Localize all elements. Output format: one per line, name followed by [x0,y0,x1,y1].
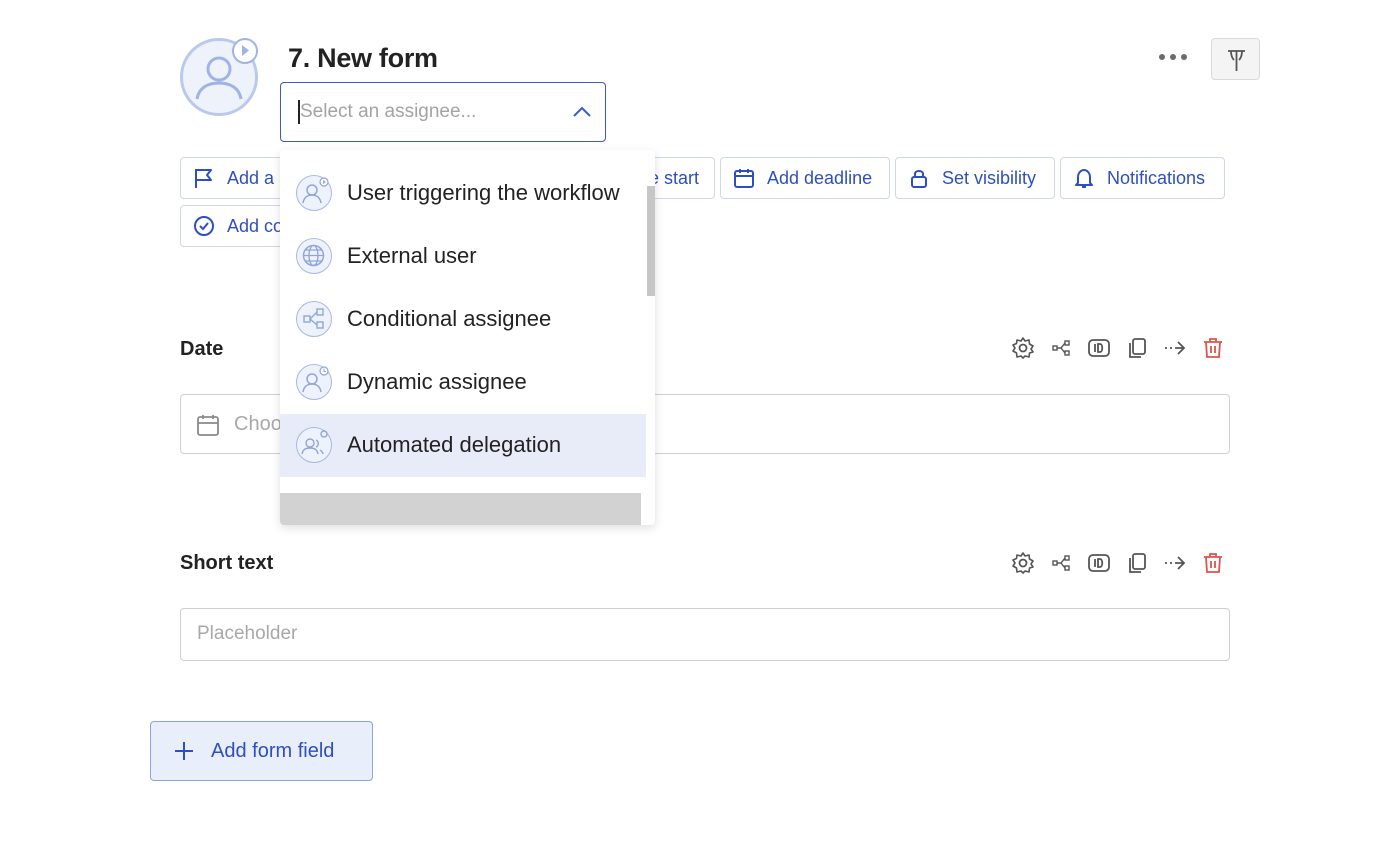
field-label-date: Date [180,338,224,360]
date-placeholder: Choo [234,413,282,435]
dropdown-loading-overlay [280,493,641,525]
chip-label: Set visibility [942,167,1037,188]
option-conditional-assignee[interactable]: Conditional assignee [280,288,646,351]
copy-icon[interactable] [1125,551,1149,575]
short-text-field-toolbar [1011,551,1225,575]
branch-icon[interactable] [1049,336,1073,360]
field-label-short-text: Short text [180,552,274,574]
chip-label: Notifications [1107,167,1206,188]
trash-icon[interactable] [1201,551,1225,575]
set-visibility-chip[interactable]: Set visibility [895,157,1055,199]
settings-icon[interactable] [1011,336,1035,360]
calendar-icon [734,169,754,188]
add-form-field-label: Add form field [211,739,335,762]
dropdown-scrollbar[interactable] [647,186,655,296]
pin-button[interactable] [1211,38,1260,80]
option-user-triggering[interactable]: User triggering the workflow [280,162,646,225]
option-label: External user [347,243,477,268]
assignee-dropdown: User triggering the workflow External us… [280,150,655,525]
plus-icon [175,742,193,760]
more-icon [1159,54,1165,60]
user-dynamic-icon [296,364,332,400]
pin-icon [1228,50,1245,71]
date-field-toolbar [1011,336,1225,360]
play-icon [232,38,258,64]
settings-icon[interactable] [1011,551,1035,575]
notifications-chip[interactable]: Notifications [1060,157,1225,199]
id-icon[interactable] [1087,336,1111,360]
move-arrow-icon[interactable] [1163,336,1187,360]
trash-icon[interactable] [1201,336,1225,360]
id-icon[interactable] [1087,551,1111,575]
flag-icon [195,169,212,188]
users-gear-icon [296,427,332,463]
add-deadline-chip[interactable]: Add deadline [720,157,890,199]
chip-label: Add a [227,167,275,188]
user-play-icon [296,175,332,211]
move-arrow-icon[interactable] [1163,551,1187,575]
text-caret [298,100,300,124]
globe-icon [296,238,332,274]
option-dynamic-assignee[interactable]: Dynamic assignee [280,351,646,414]
assignee-search-input[interactable] [300,101,570,123]
short-text-field[interactable] [197,623,1097,645]
assignee-select[interactable] [280,82,606,142]
chevron-up-icon[interactable] [572,104,592,125]
chip-label: Add deadline [767,167,873,188]
calendar-icon [197,415,219,436]
copy-icon[interactable] [1125,336,1149,360]
option-automated-delegation[interactable]: Automated delegation [280,414,646,477]
option-label: Conditional assignee [347,306,552,331]
bell-icon [1075,169,1093,188]
page-title: 7. New form [288,43,438,73]
add-assignee-chip[interactable]: Add a [180,157,290,199]
option-label: User triggering the workflow [347,180,620,205]
check-circle-icon [194,216,214,236]
add-condition-chip[interactable]: Add co [180,205,290,247]
lock-icon [911,170,927,188]
more-options-button[interactable] [1152,40,1194,74]
branch-icon[interactable] [1049,551,1073,575]
option-external-user[interactable]: External user [280,225,646,288]
add-form-field-button[interactable]: Add form field [150,721,373,781]
chip-label: e start [649,167,700,188]
branch-icon [296,301,332,337]
chip-label: Add co [227,215,284,236]
short-text-input[interactable] [180,608,1230,661]
option-label: Automated delegation [347,432,562,457]
option-label: Dynamic assignee [347,369,527,394]
